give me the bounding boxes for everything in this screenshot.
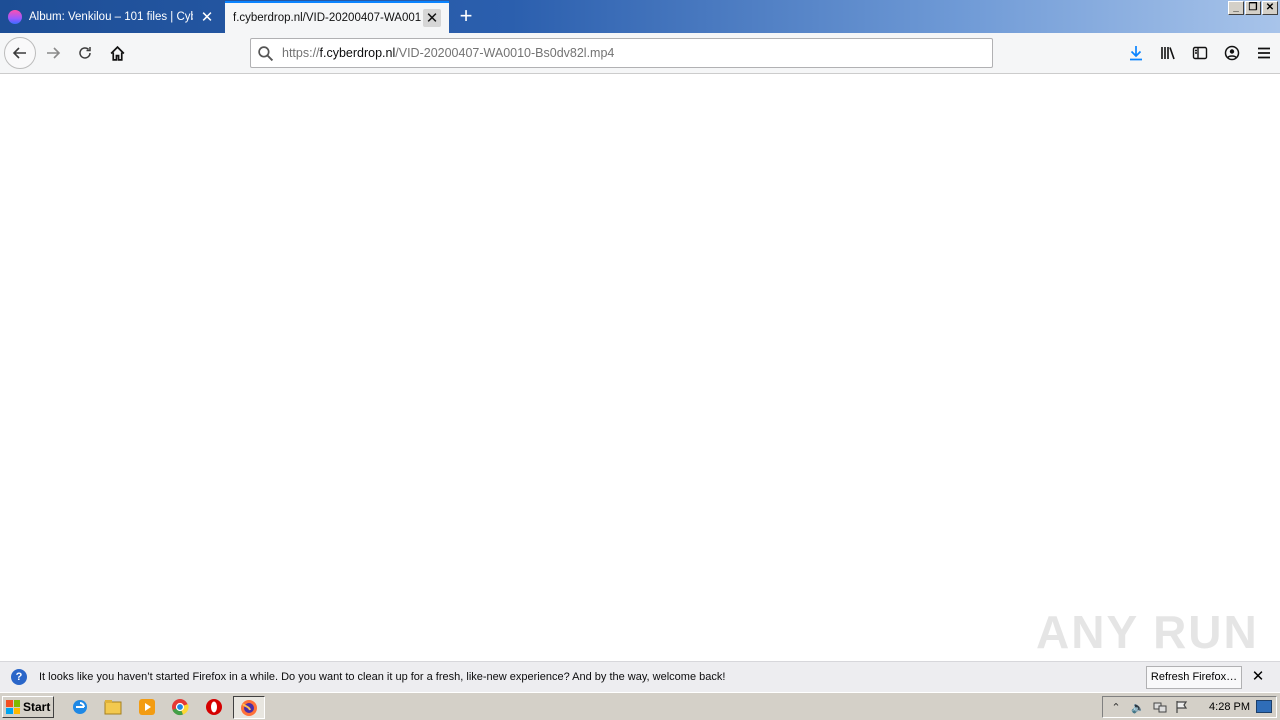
show-hidden-icons-icon[interactable]: ⌃ <box>1107 699 1125 715</box>
minimize-button[interactable]: _ <box>1228 1 1244 15</box>
account-button[interactable] <box>1216 37 1248 69</box>
internet-explorer-icon[interactable] <box>70 697 90 717</box>
toolbar-right <box>1120 37 1280 69</box>
sidebar-button[interactable] <box>1184 37 1216 69</box>
download-icon <box>1130 46 1142 61</box>
sidebar-icon <box>1192 46 1208 60</box>
firefox-taskbar-button[interactable] <box>233 696 265 719</box>
close-tab-icon[interactable]: ✕ <box>198 8 216 26</box>
notification-message: It looks like you haven’t started Firefo… <box>39 671 726 683</box>
tab-video[interactable]: f.cyberdrop.nl/VID-20200407-WA0010-Bs0dv… <box>225 1 449 33</box>
forward-button[interactable] <box>37 37 69 69</box>
start-label: Start <box>23 700 51 714</box>
address-bar[interactable]: https://f.cyberdrop.nl/VID-20200407-WA00… <box>250 38 993 68</box>
action-center-flag-icon[interactable] <box>1173 699 1191 715</box>
reload-button[interactable] <box>69 37 101 69</box>
url-scheme: https:// <box>282 46 320 60</box>
url-host: f.cyberdrop.nl <box>319 46 396 60</box>
restore-button[interactable]: ❐ <box>1245 1 1261 15</box>
volume-icon[interactable]: 🔈 <box>1129 699 1147 715</box>
home-icon <box>110 45 124 61</box>
show-desktop-icon[interactable] <box>1256 700 1272 713</box>
url-text[interactable]: https://f.cyberdrop.nl/VID-20200407-WA00… <box>282 46 614 60</box>
start-button[interactable]: Start <box>2 696 54 718</box>
file-explorer-icon[interactable] <box>103 697 123 717</box>
downloads-button[interactable] <box>1120 37 1152 69</box>
info-icon: ? <box>11 669 27 685</box>
anyrun-watermark: ANY RUN <box>1036 606 1259 658</box>
account-icon <box>1224 45 1240 61</box>
refresh-firefox-button[interactable]: Refresh Firefox… <box>1146 666 1242 689</box>
back-button[interactable] <box>4 37 36 69</box>
tab-title: f.cyberdrop.nl/VID-20200407-WA0010-Bs0dv… <box>233 12 421 24</box>
reload-icon <box>79 47 91 59</box>
firefox-icon <box>241 699 257 716</box>
opera-icon[interactable] <box>204 697 224 717</box>
new-tab-button[interactable]: + <box>455 5 477 27</box>
tab-strip: Album: Venkilou – 101 files | Cyberdrop … <box>0 0 1280 33</box>
library-icon <box>1161 47 1175 60</box>
page-content <box>0 74 1280 661</box>
url-path: /VID-20200407-WA0010-Bs0dv82l.mp4 <box>395 46 615 60</box>
hamburger-menu-icon <box>1258 47 1270 59</box>
close-notification-icon[interactable]: ✕ <box>1250 669 1266 685</box>
close-window-button[interactable]: ✕ <box>1262 1 1278 15</box>
tab-title: Album: Venkilou – 101 files | Cyberdrop <box>29 11 193 23</box>
back-arrow-icon <box>12 47 26 59</box>
cyberdrop-favicon-icon <box>8 10 22 24</box>
nav-toolbar: https://f.cyberdrop.nl/VID-20200407-WA00… <box>0 33 1280 74</box>
window-controls: _ ❐ ✕ <box>1228 1 1278 15</box>
menu-button[interactable] <box>1248 37 1280 69</box>
close-tab-icon[interactable]: ✕ <box>423 9 441 27</box>
taskbar: Start ⌃ 🔈 4:28 PM <box>0 692 1280 720</box>
tab-album[interactable]: Album: Venkilou – 101 files | Cyberdrop … <box>0 1 224 33</box>
library-button[interactable] <box>1152 37 1184 69</box>
search-icon <box>258 45 274 61</box>
forward-arrow-icon <box>47 47 61 59</box>
windows-logo-icon <box>6 700 20 714</box>
chrome-icon[interactable] <box>170 697 190 717</box>
network-icon[interactable] <box>1151 699 1169 715</box>
home-button[interactable] <box>101 37 133 69</box>
system-tray: ⌃ 🔈 4:28 PM <box>1102 696 1277 718</box>
media-player-icon[interactable] <box>137 697 157 717</box>
clock[interactable]: 4:28 PM <box>1209 701 1250 713</box>
notification-bar: ? It looks like you haven’t started Fire… <box>0 661 1280 692</box>
